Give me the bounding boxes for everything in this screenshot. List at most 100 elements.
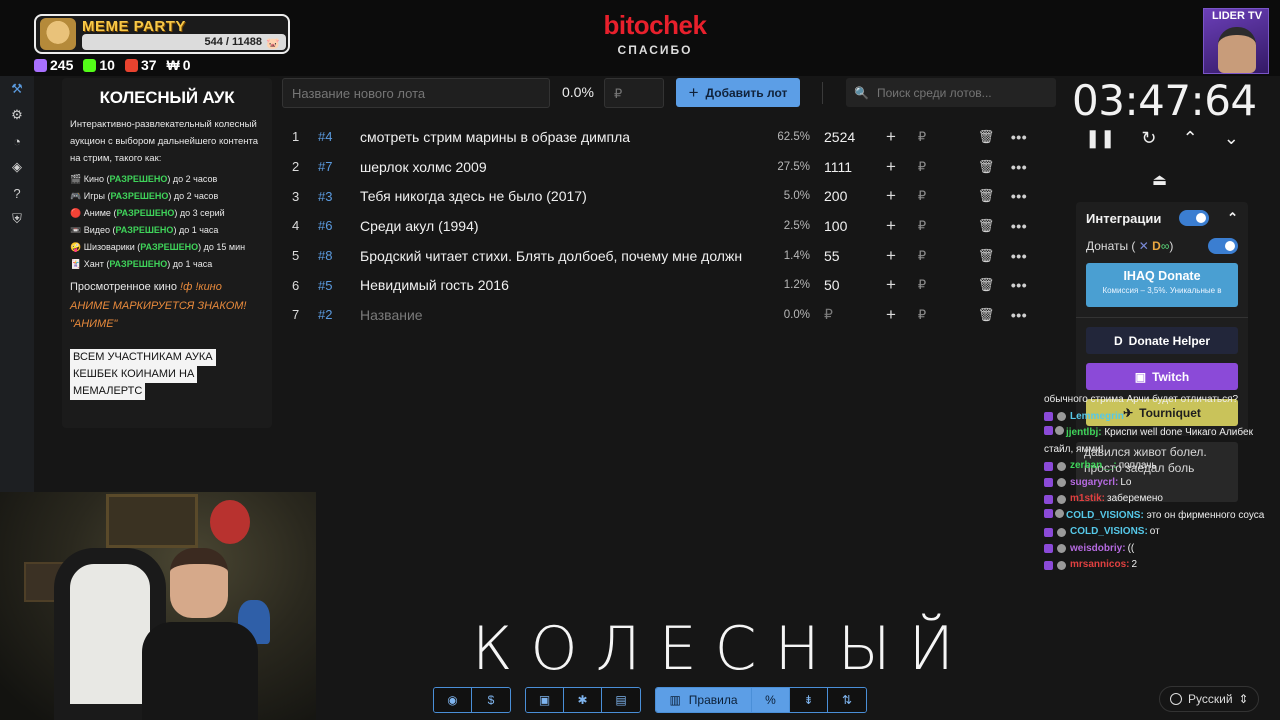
more-icon[interactable]: ••• bbox=[1004, 129, 1034, 145]
twitch-badge-icon bbox=[1044, 527, 1053, 537]
pause-icon[interactable]: ❚❚ bbox=[1085, 128, 1115, 149]
github-icon[interactable]: ◉ bbox=[434, 688, 472, 712]
lot-percent: 0.0% bbox=[783, 308, 810, 321]
layers-icon[interactable]: ◈ bbox=[0, 154, 34, 180]
twitch-badge-icon bbox=[1044, 508, 1053, 518]
trash-icon[interactable]: 🗑 bbox=[968, 129, 1004, 145]
dollar-icon[interactable]: $ bbox=[472, 688, 510, 712]
w-icon: ₩ bbox=[166, 57, 180, 73]
amount-input[interactable]: ₽ bbox=[904, 248, 940, 264]
new-lot-name-input[interactable] bbox=[282, 78, 550, 108]
chevron-up-icon[interactable]: ⌃ bbox=[1183, 128, 1198, 149]
lots-list: 1 #4 смотреть стрим марины в образе димп… bbox=[282, 122, 1058, 330]
chat-message: COLD_VISIONS: от bbox=[1044, 524, 1280, 541]
meme-party-progress: 544 / 11488 🐷 bbox=[82, 34, 286, 50]
add-amount-button[interactable]: + bbox=[878, 246, 904, 266]
more-icon[interactable]: ••• bbox=[1004, 277, 1034, 293]
lot-index: 4 bbox=[292, 218, 300, 234]
avatar bbox=[1057, 494, 1066, 504]
donate-helper-button[interactable]: D Donate Helper bbox=[1086, 327, 1238, 354]
trash-icon[interactable]: 🗑 bbox=[968, 188, 1004, 204]
lot-name[interactable]: Бродский читает стихи. Блять долбоеб, по… bbox=[360, 248, 760, 264]
trash-icon[interactable]: 🗑 bbox=[968, 277, 1004, 293]
auction-hammer-icon[interactable]: ⚒ bbox=[0, 76, 34, 102]
lot-id: #4 bbox=[318, 129, 333, 145]
integrations-toggle[interactable] bbox=[1179, 210, 1210, 226]
streamer-avatar: LIDER TV bbox=[1203, 8, 1269, 74]
amount-input[interactable]: ₽ bbox=[904, 307, 940, 323]
language-select[interactable]: Русский ⇕ bbox=[1159, 686, 1259, 712]
lot-name-input[interactable]: Название bbox=[360, 307, 760, 323]
chat-message: mrsannicos: 2 bbox=[1044, 557, 1280, 574]
lot-index: 7 bbox=[292, 307, 300, 323]
add-lot-button[interactable]: + Добавить лот bbox=[676, 78, 800, 107]
lot-search[interactable]: 🔍 bbox=[846, 78, 1056, 107]
chevron-down-icon[interactable]: ⌄ bbox=[1224, 128, 1239, 149]
stat-value: 37 bbox=[140, 57, 157, 73]
toolbar-divider bbox=[822, 82, 823, 104]
add-amount-button[interactable]: + bbox=[878, 275, 904, 295]
chevron-up-icon[interactable]: ⌃ bbox=[1227, 210, 1238, 226]
new-lot-price-input[interactable] bbox=[604, 78, 664, 108]
amount-input[interactable]: ₽ bbox=[904, 159, 940, 175]
add-amount-button[interactable]: + bbox=[878, 186, 904, 206]
donations-toggle[interactable] bbox=[1208, 238, 1238, 254]
percent-icon[interactable]: % bbox=[752, 688, 790, 712]
lot-percent: 62.5% bbox=[777, 130, 810, 143]
timer-controls: ❚❚ ↻ ⌃ ⌄ bbox=[1072, 128, 1252, 149]
rule-item: 📼 Видео (РАЗРЕШЕНО) до 1 часа bbox=[70, 225, 219, 235]
restart-icon[interactable]: ↻ bbox=[1141, 128, 1156, 149]
trash-icon[interactable]: 🗑 bbox=[968, 248, 1004, 264]
shield-icon[interactable]: ⛨ bbox=[0, 206, 34, 232]
lot-amount[interactable]: 200 bbox=[810, 188, 874, 204]
search-input[interactable] bbox=[876, 85, 1047, 100]
lot-name[interactable]: Невидимый гость 2016 bbox=[360, 277, 760, 293]
save-icon[interactable]: ▣ bbox=[526, 688, 564, 712]
lot-percent: 2.5% bbox=[783, 219, 810, 232]
lot-name[interactable]: смотреть стрим марины в образе димпла bbox=[360, 129, 760, 145]
more-icon[interactable]: ••• bbox=[1004, 307, 1034, 323]
add-amount-button[interactable]: + bbox=[878, 305, 904, 325]
sort-icon[interactable]: ⇅ bbox=[828, 688, 866, 712]
chevron-updown-icon: ⇕ bbox=[1238, 692, 1249, 706]
lot-amount[interactable]: 55 bbox=[810, 248, 874, 264]
add-amount-button[interactable]: + bbox=[878, 157, 904, 177]
lot-row: 4 #6 Среди акул (1994) 2.5% 100 + ₽ 🗑 ••… bbox=[282, 211, 1058, 241]
rules-button[interactable]: ▥ Правила bbox=[656, 688, 752, 712]
trash-icon[interactable]: 🗑 bbox=[968, 307, 1004, 323]
lot-amount[interactable]: 1111 bbox=[810, 159, 874, 175]
add-amount-button[interactable]: + bbox=[878, 216, 904, 236]
lot-amount-input[interactable]: ₽ bbox=[810, 306, 874, 323]
settings-icon[interactable]: ⚙ bbox=[0, 102, 34, 128]
amount-input[interactable]: ₽ bbox=[904, 129, 940, 145]
lot-amount[interactable]: 100 bbox=[810, 218, 874, 234]
lot-name[interactable]: Среди акул (1994) bbox=[360, 218, 760, 234]
add-amount-button[interactable]: + bbox=[878, 127, 904, 147]
ihaq-donate-button[interactable]: IHAQ Donate Комиссия – 3,5%. Уникальные … bbox=[1086, 263, 1238, 307]
lot-amount[interactable]: 2524 bbox=[810, 129, 874, 145]
help-icon[interactable]: ? bbox=[0, 180, 34, 206]
trash-icon[interactable]: 🗑 bbox=[968, 159, 1004, 175]
twitch-button[interactable]: ▣ Twitch bbox=[1086, 363, 1238, 390]
watched-movies: Просмотренное кино !ф !кино bbox=[70, 281, 222, 293]
avatar bbox=[1057, 527, 1066, 537]
lot-id: #2 bbox=[318, 307, 333, 323]
lot-name[interactable]: Тебя никогда здесь не было (2017) bbox=[360, 188, 760, 204]
wheel-icon[interactable]: ◔ bbox=[0, 128, 34, 154]
more-icon[interactable]: ••• bbox=[1004, 159, 1034, 175]
trash-icon[interactable]: 🗑 bbox=[968, 218, 1004, 234]
clear-icon[interactable]: ▤ bbox=[602, 688, 640, 712]
amount-input[interactable]: ₽ bbox=[904, 218, 940, 234]
bug-icon[interactable]: ✱ bbox=[564, 688, 602, 712]
more-icon[interactable]: ••• bbox=[1004, 188, 1034, 204]
collapse-icon[interactable]: ⏏ bbox=[1152, 170, 1167, 190]
amount-input[interactable]: ₽ bbox=[904, 188, 940, 204]
lot-name[interactable]: шерлок холмс 2009 bbox=[360, 159, 760, 175]
amount-input[interactable]: ₽ bbox=[904, 277, 940, 293]
more-icon[interactable]: ••• bbox=[1004, 248, 1034, 264]
more-icon[interactable]: ••• bbox=[1004, 218, 1034, 234]
lot-index: 3 bbox=[292, 188, 300, 204]
lot-amount[interactable]: 50 bbox=[810, 277, 874, 293]
split-icon[interactable]: ⇟ bbox=[790, 688, 828, 712]
rules-label: Правила bbox=[688, 693, 738, 707]
